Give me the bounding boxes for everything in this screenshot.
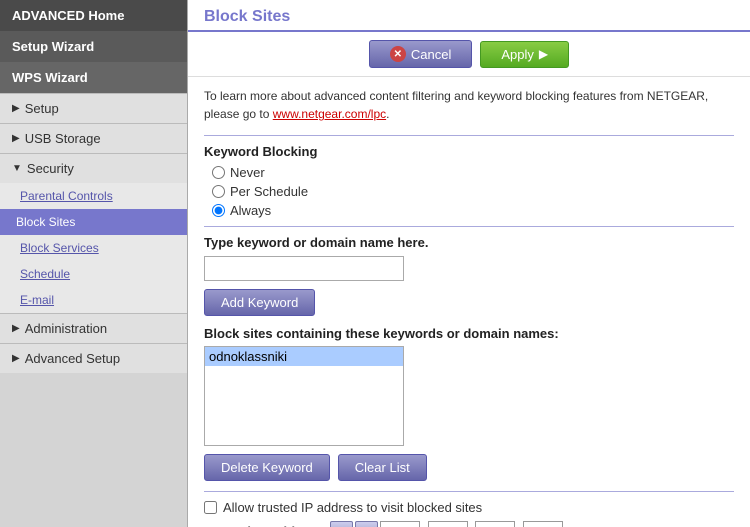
sidebar-item-block-sites[interactable]: Block Sites [0, 209, 187, 235]
sidebar-item-usb-label: USB Storage [25, 131, 101, 146]
sidebar-item-advanced-setup-label: Advanced Setup [25, 351, 120, 366]
block-sites-label: Block sites containing these keywords or… [204, 326, 734, 341]
sidebar-item-parental-controls[interactable]: Parental Controls [0, 183, 187, 209]
radio-always-label: Always [230, 203, 271, 218]
ip-dot-3: . [517, 524, 521, 527]
type-keyword-label: Type keyword or domain name here. [204, 235, 734, 250]
advanced-setup-arrow-icon: ▶ [12, 353, 20, 364]
info-text: To learn more about advanced content fil… [204, 87, 734, 123]
sidebar: ADVANCED Home Setup Wizard WPS Wizard ▶ … [0, 0, 188, 527]
sidebar-section-administration: ▶ Administration [0, 313, 187, 343]
clear-list-button[interactable]: Clear List [338, 454, 427, 481]
sidebar-item-security-label: Security [27, 161, 74, 176]
keyword-action-buttons: Delete Keyword Clear List [204, 454, 734, 481]
ip-field-4[interactable] [523, 521, 563, 527]
info-text-line1: To learn more about advanced content fil… [204, 89, 708, 103]
ip-field-3[interactable] [475, 521, 515, 527]
cancel-label: Cancel [411, 47, 451, 62]
admin-arrow-icon: ▶ [12, 323, 20, 334]
trusted-ip-checkbox-label: Allow trusted IP address to visit blocke… [223, 500, 482, 515]
sidebar-item-block-services[interactable]: Block Services [0, 235, 187, 261]
page-title: Block Sites [188, 0, 750, 32]
radio-group: Never Per Schedule Always [212, 165, 734, 218]
delete-keyword-button[interactable]: Delete Keyword [204, 454, 330, 481]
main-content: Block Sites ✕ Cancel Apply ▶ To learn mo… [188, 0, 750, 527]
radio-always-input[interactable] [212, 204, 225, 217]
cancel-x-icon: ✕ [390, 46, 406, 62]
ip-dot-2: . [470, 524, 474, 527]
sidebar-item-administration-label: Administration [25, 321, 107, 336]
sidebar-item-security[interactable]: ▼ Security [0, 154, 187, 183]
trusted-ip-label: Trusted IP Address [204, 524, 322, 527]
usb-arrow-icon: ▶ [12, 133, 20, 144]
sidebar-item-schedule[interactable]: Schedule [0, 261, 187, 287]
security-arrow-icon: ▼ [12, 163, 22, 174]
ip-dot-1: . [422, 524, 426, 527]
keyword-input[interactable] [204, 256, 404, 281]
ip-nav-next[interactable]: ▶ [355, 521, 378, 527]
trusted-ip-checkbox-row: Allow trusted IP address to visit blocke… [204, 491, 734, 515]
apply-arrow-icon: ▶ [539, 47, 548, 61]
trusted-ip-row: Trusted IP Address ◀ ▶ . . . [204, 521, 734, 527]
trusted-ip-checkbox[interactable] [204, 501, 217, 514]
info-text-line2: please go to [204, 107, 269, 121]
radio-per-schedule-label: Per Schedule [230, 184, 308, 199]
apply-label: Apply [501, 47, 534, 62]
sidebar-item-email[interactable]: E-mail [0, 287, 187, 313]
apply-button[interactable]: Apply ▶ [480, 41, 569, 68]
divider-2 [204, 226, 734, 227]
content-area: To learn more about advanced content fil… [188, 77, 750, 527]
sidebar-section-setup: ▶ Setup [0, 93, 187, 123]
divider-1 [204, 135, 734, 136]
security-subsection: Parental Controls Block Sites Block Serv… [0, 183, 187, 313]
sidebar-section-advanced-setup: ▶ Advanced Setup [0, 343, 187, 373]
sidebar-section-security: ▼ Security Parental Controls Block Sites… [0, 153, 187, 313]
cancel-button[interactable]: ✕ Cancel [369, 40, 472, 68]
radio-always[interactable]: Always [212, 203, 734, 218]
ip-field-1[interactable] [380, 521, 420, 527]
sidebar-item-setup[interactable]: ▶ Setup [0, 94, 187, 123]
sidebar-item-usb-storage[interactable]: ▶ USB Storage [0, 124, 187, 153]
ip-input-group: ◀ ▶ . . . [330, 521, 563, 527]
sidebar-section-usb-storage: ▶ USB Storage [0, 123, 187, 153]
info-link[interactable]: www.netgear.com/lpc [273, 107, 386, 121]
keyword-list[interactable]: odnoklassniki [204, 346, 404, 446]
toolbar: ✕ Cancel Apply ▶ [188, 32, 750, 77]
radio-per-schedule[interactable]: Per Schedule [212, 184, 734, 199]
sidebar-item-advanced-home[interactable]: ADVANCED Home [0, 0, 187, 31]
keyword-list-item[interactable]: odnoklassniki [205, 347, 403, 366]
sidebar-item-setup-label: Setup [25, 101, 59, 116]
sidebar-item-wps-wizard[interactable]: WPS Wizard [0, 62, 187, 93]
radio-never[interactable]: Never [212, 165, 734, 180]
sidebar-item-advanced-setup[interactable]: ▶ Advanced Setup [0, 344, 187, 373]
keyword-blocking-label: Keyword Blocking [204, 144, 734, 159]
add-keyword-button[interactable]: Add Keyword [204, 289, 315, 316]
ip-field-2[interactable] [428, 521, 468, 527]
ip-nav-prev[interactable]: ◀ [330, 521, 353, 527]
sidebar-item-setup-wizard[interactable]: Setup Wizard [0, 31, 187, 62]
radio-never-input[interactable] [212, 166, 225, 179]
radio-never-label: Never [230, 165, 265, 180]
radio-per-schedule-input[interactable] [212, 185, 225, 198]
sidebar-item-administration[interactable]: ▶ Administration [0, 314, 187, 343]
setup-arrow-icon: ▶ [12, 103, 20, 114]
